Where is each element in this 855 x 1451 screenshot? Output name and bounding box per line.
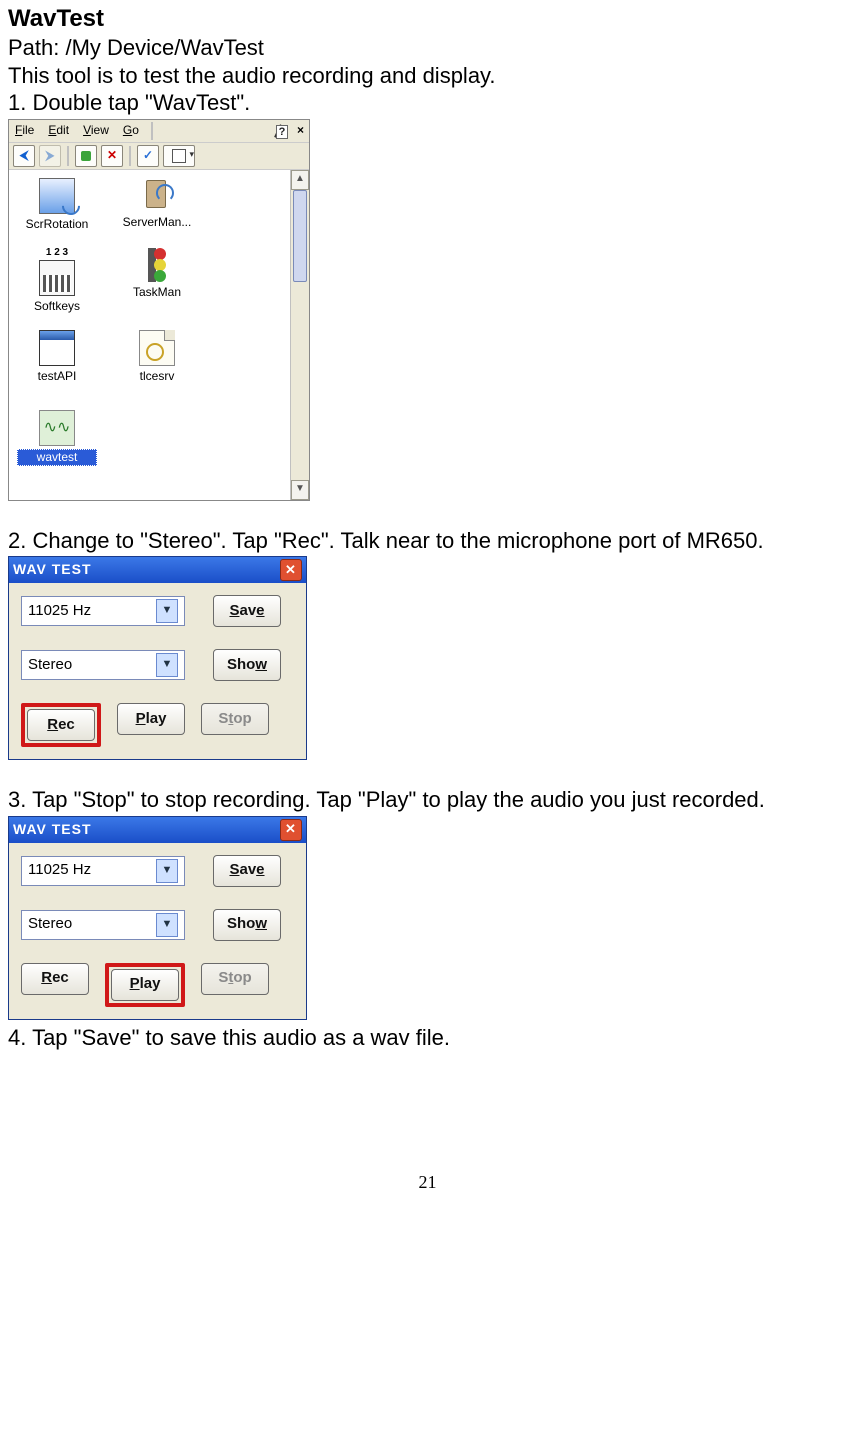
menu-go[interactable]: Go [119, 123, 143, 138]
window-title: WAV TEST [13, 561, 92, 579]
file-explorer-window: File Edit View Go × ⮜ ⮞ ✕ ✓ ScrRotation … [8, 119, 310, 501]
chevron-down-icon: ▼ [156, 859, 178, 883]
frequency-select[interactable]: 11025 Hz ▼ [21, 856, 185, 886]
menu-separator [151, 122, 153, 140]
item-taskman[interactable]: TaskMan [117, 248, 197, 300]
rec-button[interactable]: Rec [21, 963, 89, 995]
back-button[interactable]: ⮜ [13, 145, 35, 167]
item-tlcesrv[interactable]: tlcesrv [117, 330, 197, 384]
wavtest-dialog-play: WAV TEST ✕ 11025 Hz ▼ Save Stereo ▼ Show… [8, 816, 307, 1020]
item-label: tlcesrv [117, 369, 197, 384]
menu-edit[interactable]: Edit [44, 123, 73, 138]
stop-button[interactable]: Stop [201, 703, 269, 735]
item-testapi[interactable]: testAPI [17, 330, 97, 384]
menu-file[interactable]: File [11, 123, 38, 138]
save-button[interactable]: Save [213, 595, 281, 627]
step-2: 2. Change to "Stereo". Tap "Rec". Talk n… [8, 527, 847, 555]
toolbar: ⮜ ⮞ ✕ ✓ [9, 143, 309, 170]
chevron-down-icon: ▼ [156, 913, 178, 937]
file-list: ScrRotation ServerMan... Softkeys TaskMa… [9, 170, 309, 500]
frequency-value: 11025 Hz [28, 602, 91, 621]
item-serverman[interactable]: ServerMan... [117, 178, 197, 230]
stop-load-button[interactable]: ✕ [101, 145, 123, 167]
help-pointer-icon[interactable] [272, 123, 288, 139]
step-4: 4. Tap "Save" to save this audio as a wa… [8, 1024, 847, 1052]
mode-value: Stereo [28, 656, 72, 675]
mode-select[interactable]: Stereo ▼ [21, 910, 185, 940]
item-label: testAPI [17, 369, 97, 384]
play-button[interactable]: Play [111, 969, 179, 1001]
vertical-scrollbar[interactable]: ▲ ▼ [290, 170, 309, 500]
rec-button[interactable]: Rec [27, 709, 95, 741]
heading-wavtest: WavTest [8, 4, 847, 34]
item-label: TaskMan [117, 285, 197, 300]
chevron-down-icon: ▼ [156, 599, 178, 623]
check-button[interactable]: ✓ [137, 145, 159, 167]
window-title: WAV TEST [13, 821, 92, 839]
item-scrrotation[interactable]: ScrRotation [17, 178, 97, 232]
step-1: 1. Double tap "WavTest". [8, 89, 847, 117]
item-label-selected: wavtest [17, 449, 97, 466]
show-button[interactable]: Show [213, 909, 281, 941]
wavtest-icon [39, 410, 75, 446]
menu-view[interactable]: View [79, 123, 113, 138]
item-softkeys[interactable]: Softkeys [17, 260, 97, 314]
intro-line: This tool is to test the audio recording… [8, 62, 847, 90]
chevron-down-icon: ▼ [156, 653, 178, 677]
close-button[interactable]: ✕ [280, 559, 302, 581]
serverman-icon [140, 178, 174, 212]
frequency-select[interactable]: 11025 Hz ▼ [21, 596, 185, 626]
menubar: File Edit View Go × [9, 120, 309, 143]
item-label: ScrRotation [17, 217, 97, 232]
titlebar: WAV TEST ✕ [9, 557, 306, 583]
taskman-icon [140, 248, 174, 282]
stop-button[interactable]: Stop [201, 963, 269, 995]
frequency-value: 11025 Hz [28, 861, 91, 880]
page-number: 21 [8, 1171, 847, 1194]
wavtest-dialog-rec: WAV TEST ✕ 11025 Hz ▼ Save Stereo ▼ Show… [8, 556, 307, 760]
close-button[interactable]: ✕ [280, 819, 302, 841]
play-button[interactable]: Play [117, 703, 185, 735]
save-button[interactable]: Save [213, 855, 281, 887]
scroll-up-icon[interactable]: ▲ [291, 170, 309, 190]
item-label: Softkeys [17, 299, 97, 314]
view-mode-button[interactable] [163, 145, 195, 167]
play-highlight: Play [105, 963, 185, 1007]
titlebar: WAV TEST ✕ [9, 817, 306, 843]
item-label: ServerMan... [117, 215, 197, 230]
tlcesrv-icon [139, 330, 175, 366]
softkeys-icon [39, 260, 75, 296]
forward-button[interactable]: ⮞ [39, 145, 61, 167]
close-icon[interactable]: × [294, 123, 307, 138]
show-button[interactable]: Show [213, 649, 281, 681]
scroll-thumb[interactable] [293, 190, 307, 282]
rec-highlight: Rec [21, 703, 101, 747]
step-3: 3. Tap "Stop" to stop recording. Tap "Pl… [8, 786, 847, 814]
item-wavtest[interactable]: wavtest [17, 410, 97, 466]
mode-select[interactable]: Stereo ▼ [21, 650, 185, 680]
scrrotation-icon [39, 178, 75, 214]
testapi-icon [39, 330, 75, 366]
refresh-button[interactable] [75, 145, 97, 167]
path-line: Path: /My Device/WavTest [8, 34, 847, 62]
mode-value: Stereo [28, 915, 72, 934]
scroll-down-icon[interactable]: ▼ [291, 480, 309, 500]
